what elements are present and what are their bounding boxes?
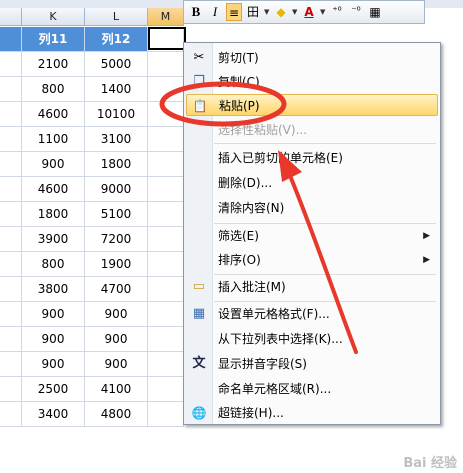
annotation-arrow-shaft (289, 176, 358, 354)
annotation-overlay (159, 81, 358, 354)
watermark: Bai 经验 (403, 456, 457, 471)
highlight-ellipse (159, 81, 287, 127)
annotation-arrow-head (278, 150, 302, 182)
